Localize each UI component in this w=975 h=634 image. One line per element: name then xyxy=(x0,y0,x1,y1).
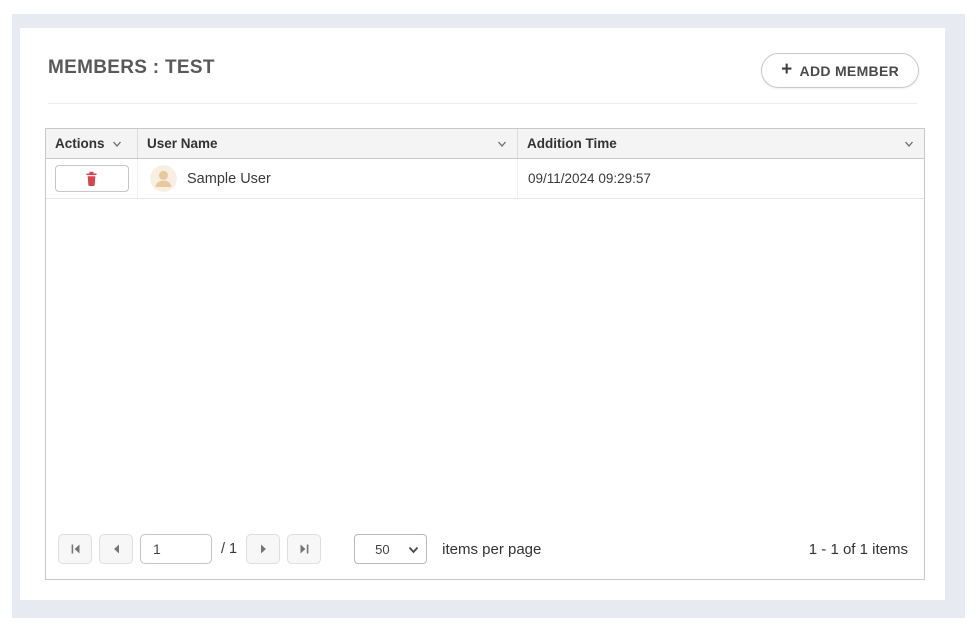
chevron-down-icon[interactable] xyxy=(111,138,123,150)
page-number-input[interactable] xyxy=(140,534,212,564)
column-header-user-name-label: User Name xyxy=(147,136,218,151)
previous-page-button[interactable] xyxy=(99,534,133,564)
column-header-addition-time-label: Addition Time xyxy=(527,136,617,151)
row-user-cell: Sample User xyxy=(138,159,518,198)
first-page-button[interactable] xyxy=(58,534,92,564)
grid-empty-area xyxy=(46,199,924,525)
members-card: MEMBERS : TEST + ADD MEMBER Actions User… xyxy=(20,28,945,600)
row-addition-time-cell: 09/11/2024 09:29:57 xyxy=(518,159,924,198)
last-page-button[interactable] xyxy=(287,534,321,564)
page-size-select[interactable]: 50 xyxy=(354,534,427,564)
next-page-icon xyxy=(257,543,270,555)
column-header-user-name[interactable]: User Name xyxy=(138,129,518,158)
members-grid: Actions User Name Addition Time xyxy=(45,128,925,580)
previous-page-icon xyxy=(110,543,123,555)
next-page-button[interactable] xyxy=(246,534,280,564)
column-header-actions[interactable]: Actions xyxy=(46,129,138,158)
trash-icon xyxy=(84,171,99,187)
delete-member-button[interactable] xyxy=(55,165,129,192)
person-avatar-icon xyxy=(150,165,177,192)
grid-header-row: Actions User Name Addition Time xyxy=(46,129,924,159)
pager: / 1 50 xyxy=(46,525,924,579)
items-per-page-label: items per page xyxy=(442,541,541,558)
header-divider xyxy=(48,103,917,104)
chevron-down-icon[interactable] xyxy=(903,138,915,150)
page-size-select-wrap: 50 xyxy=(354,534,427,564)
page-count-label: / 1 xyxy=(221,541,237,557)
column-header-addition-time[interactable]: Addition Time xyxy=(518,129,924,158)
plus-icon: + xyxy=(781,60,792,79)
first-page-icon xyxy=(69,543,82,555)
user-name-text: Sample User xyxy=(187,171,271,187)
last-page-icon xyxy=(298,543,311,555)
column-header-actions-label: Actions xyxy=(55,136,105,151)
row-actions-cell xyxy=(46,159,138,198)
chevron-down-icon[interactable] xyxy=(496,138,508,150)
card-header: MEMBERS : TEST + ADD MEMBER xyxy=(20,28,945,79)
pager-summary: 1 - 1 of 1 items xyxy=(809,541,912,558)
addition-time-text: 09/11/2024 09:29:57 xyxy=(528,171,651,186)
add-member-button[interactable]: + ADD MEMBER xyxy=(761,53,919,88)
table-row: Sample User 09/11/2024 09:29:57 xyxy=(46,159,924,199)
add-member-button-label: ADD MEMBER xyxy=(800,63,899,79)
